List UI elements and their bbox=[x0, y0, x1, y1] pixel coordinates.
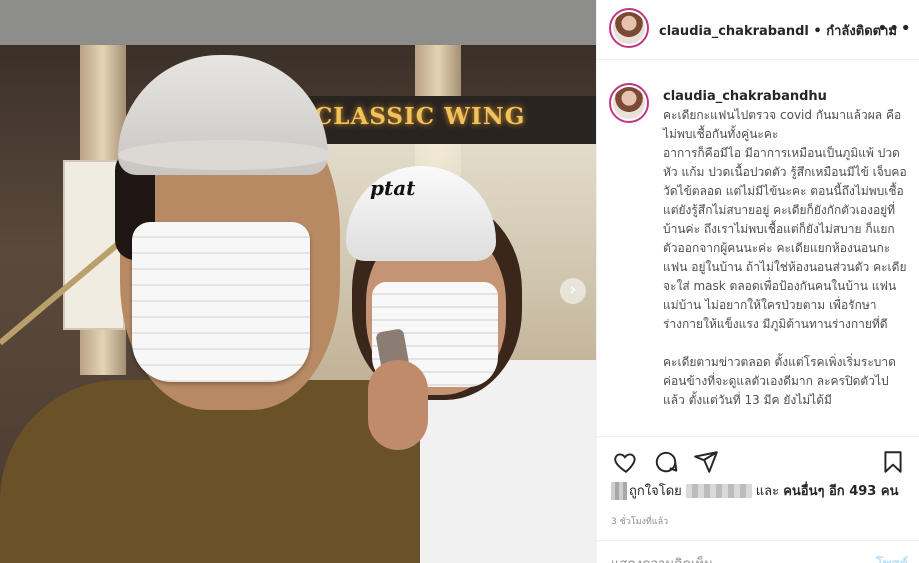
likes-line: ถูกใจโดย และ คนอื่นๆ อีก 493 คน bbox=[611, 480, 898, 501]
more-options-icon[interactable]: ••• bbox=[877, 18, 912, 39]
sign-text: CLASSIC WING bbox=[314, 103, 526, 130]
post-photo[interactable]: CLASSIC WING ptat › bbox=[0, 0, 596, 563]
avatar-image bbox=[613, 12, 645, 44]
next-image-button[interactable]: › bbox=[560, 278, 586, 304]
photo-top-band bbox=[0, 0, 596, 45]
likes-others[interactable]: คนอื่นๆ อีก 493 คน bbox=[783, 480, 898, 501]
heart-icon[interactable] bbox=[613, 449, 639, 475]
bookmark-icon[interactable] bbox=[880, 449, 906, 475]
post-comment-button[interactable]: โพสต์ bbox=[876, 553, 908, 563]
share-icon[interactable] bbox=[693, 449, 719, 475]
woman-hand bbox=[368, 360, 428, 450]
post-header: claudia_chakrabandl • กำลังติดตาม ••• bbox=[597, 0, 919, 60]
man-cap-brim bbox=[118, 140, 333, 170]
action-bar bbox=[597, 436, 919, 486]
caption-username[interactable]: claudia_chakrabandhu bbox=[663, 87, 909, 106]
instagram-post-view: CLASSIC WING ptat › claudia_chakrabandl … bbox=[0, 0, 919, 563]
post-time: 3 ชั่วโมงที่แล้ว bbox=[611, 517, 669, 527]
add-comment-bar: แสดงความคิดเห็น... โพสต์ bbox=[597, 540, 919, 563]
likes-middle: และ bbox=[755, 484, 780, 499]
comment-icon[interactable] bbox=[653, 449, 679, 475]
cap-logo: ptat bbox=[370, 176, 416, 200]
header-avatar[interactable] bbox=[609, 8, 649, 48]
liker-name-blurred[interactable] bbox=[685, 483, 752, 498]
avatar-image bbox=[613, 87, 645, 119]
header-separator: • bbox=[813, 24, 822, 39]
post-side-panel: claudia_chakrabandl • กำลังติดตาม ••• cl… bbox=[596, 0, 919, 563]
caption-text: คะเดียกะแฟนไปตรวจ covid กันมาแล้วผล คือไ… bbox=[663, 108, 907, 407]
caption-avatar[interactable] bbox=[609, 83, 649, 123]
man-face-mask bbox=[132, 222, 310, 382]
caption: claudia_chakrabandhu คะเดียกะแฟนไปตรวจ c… bbox=[663, 87, 909, 410]
comment-input[interactable]: แสดงความคิดเห็น... bbox=[611, 553, 725, 563]
comments-area[interactable]: claudia_chakrabandhu คะเดียกะแฟนไปตรวจ c… bbox=[597, 61, 919, 436]
liker-avatar[interactable] bbox=[611, 481, 627, 500]
header-username[interactable]: claudia_chakrabandl bbox=[659, 24, 809, 39]
likes-prefix: ถูกใจโดย bbox=[629, 484, 682, 499]
header-user-line: claudia_chakrabandl • กำลังติดตาม bbox=[659, 20, 897, 41]
